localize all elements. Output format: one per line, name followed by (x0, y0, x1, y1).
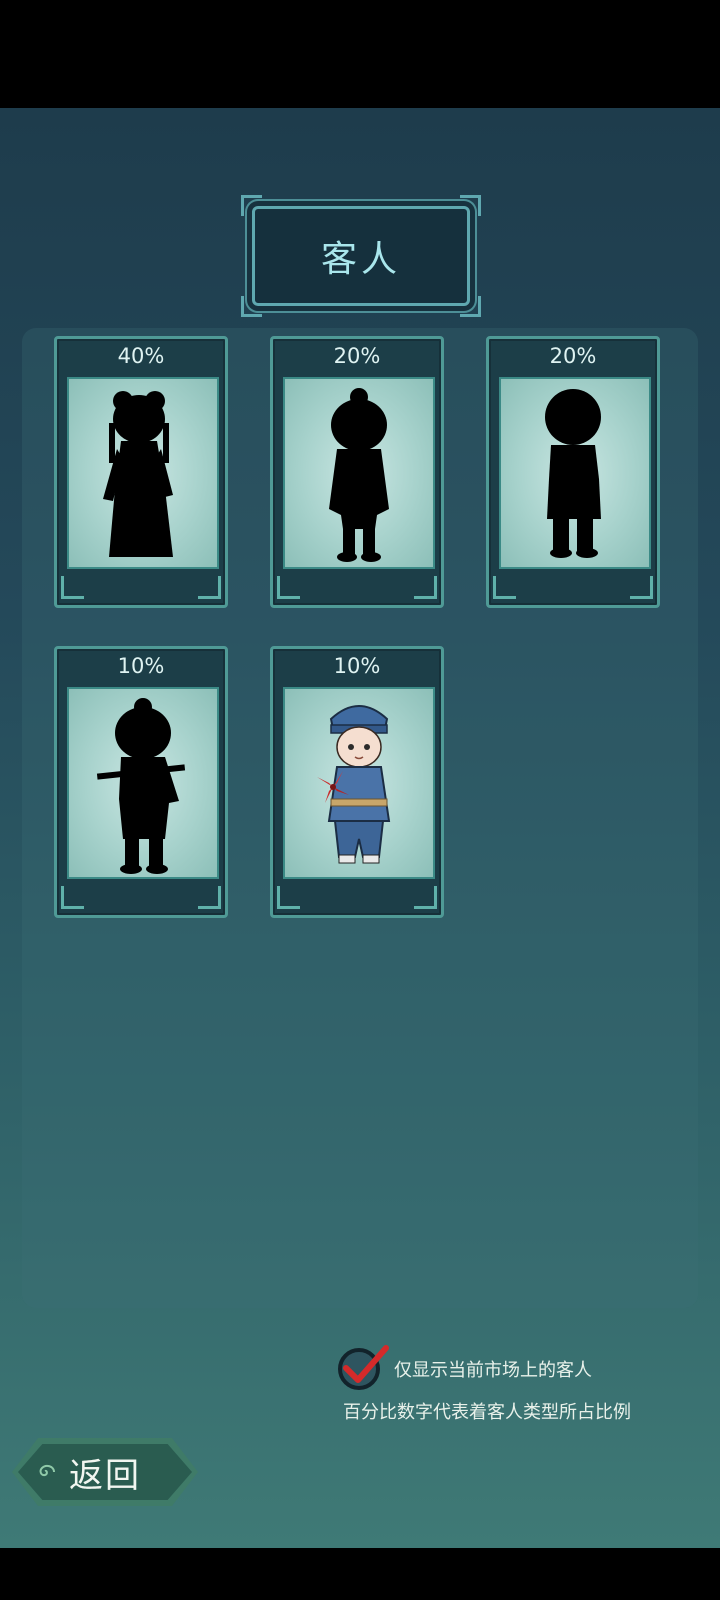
customer-percent: 20% (549, 344, 597, 368)
customer-card-4[interactable]: 10% (54, 646, 228, 918)
filter-label: 仅显示当前市场上的客人 (394, 1360, 592, 1381)
customer-portrait-frame (67, 377, 219, 569)
customer-portrait-frame (67, 687, 219, 879)
child-silhouette-icon (545, 389, 601, 558)
card-corner-ornament (198, 886, 221, 909)
customer-portrait-frame (499, 377, 651, 569)
scholar-silhouette-icon (329, 388, 389, 562)
title-plaque: 客人 (241, 195, 481, 317)
swirl-ornament-icon (39, 1464, 55, 1477)
plaque-corner-ornament (460, 195, 481, 216)
game-screen: 客人 40% 20% 20% 10% 10% 仅显示当前市场上的客人 百分比数字… (0, 108, 720, 1548)
customer-portrait-frame (283, 377, 435, 569)
filter-checkbox[interactable] (338, 1345, 389, 1390)
checkmark-icon (343, 1345, 389, 1383)
plaque-corner-ornament (241, 296, 262, 317)
card-corner-ornament (414, 886, 437, 909)
customer-percent: 20% (333, 344, 381, 368)
card-corner-ornament (277, 886, 300, 909)
customer-portrait-frame (283, 687, 435, 879)
customer-card-1[interactable]: 40% (54, 336, 228, 608)
filter-toggle[interactable]: 仅显示当前市场上的客人 (338, 1345, 592, 1390)
lady-silhouette-icon (103, 391, 173, 557)
percent-hint: 百分比数字代表着客人类型所占比例 (343, 1402, 631, 1423)
customer-percent: 10% (333, 654, 381, 678)
card-corner-ornament (61, 576, 84, 599)
boy-with-pinwheel-icon (317, 705, 391, 864)
card-corner-ornament (61, 886, 84, 909)
back-button[interactable]: 返回 (12, 1438, 198, 1506)
customer-card-5[interactable]: 10% (270, 646, 444, 918)
customer-panel: 40% 20% 20% 10% 10% (22, 328, 698, 1308)
flute-boy-silhouette-icon (96, 698, 186, 874)
card-corner-ornament (277, 576, 300, 599)
plaque-corner-ornament (460, 296, 481, 317)
customer-card-2[interactable]: 20% (270, 336, 444, 608)
plaque-corner-ornament (241, 195, 262, 216)
card-corner-ornament (414, 576, 437, 599)
customer-percent: 40% (117, 344, 165, 368)
customer-card-3[interactable]: 20% (486, 336, 660, 608)
page-title: 客人 (320, 239, 401, 280)
card-corner-ornament (493, 576, 516, 599)
card-corner-ornament (630, 576, 653, 599)
customer-percent: 10% (117, 654, 165, 678)
back-button-label: 返回 (69, 1455, 141, 1496)
card-corner-ornament (198, 576, 221, 599)
